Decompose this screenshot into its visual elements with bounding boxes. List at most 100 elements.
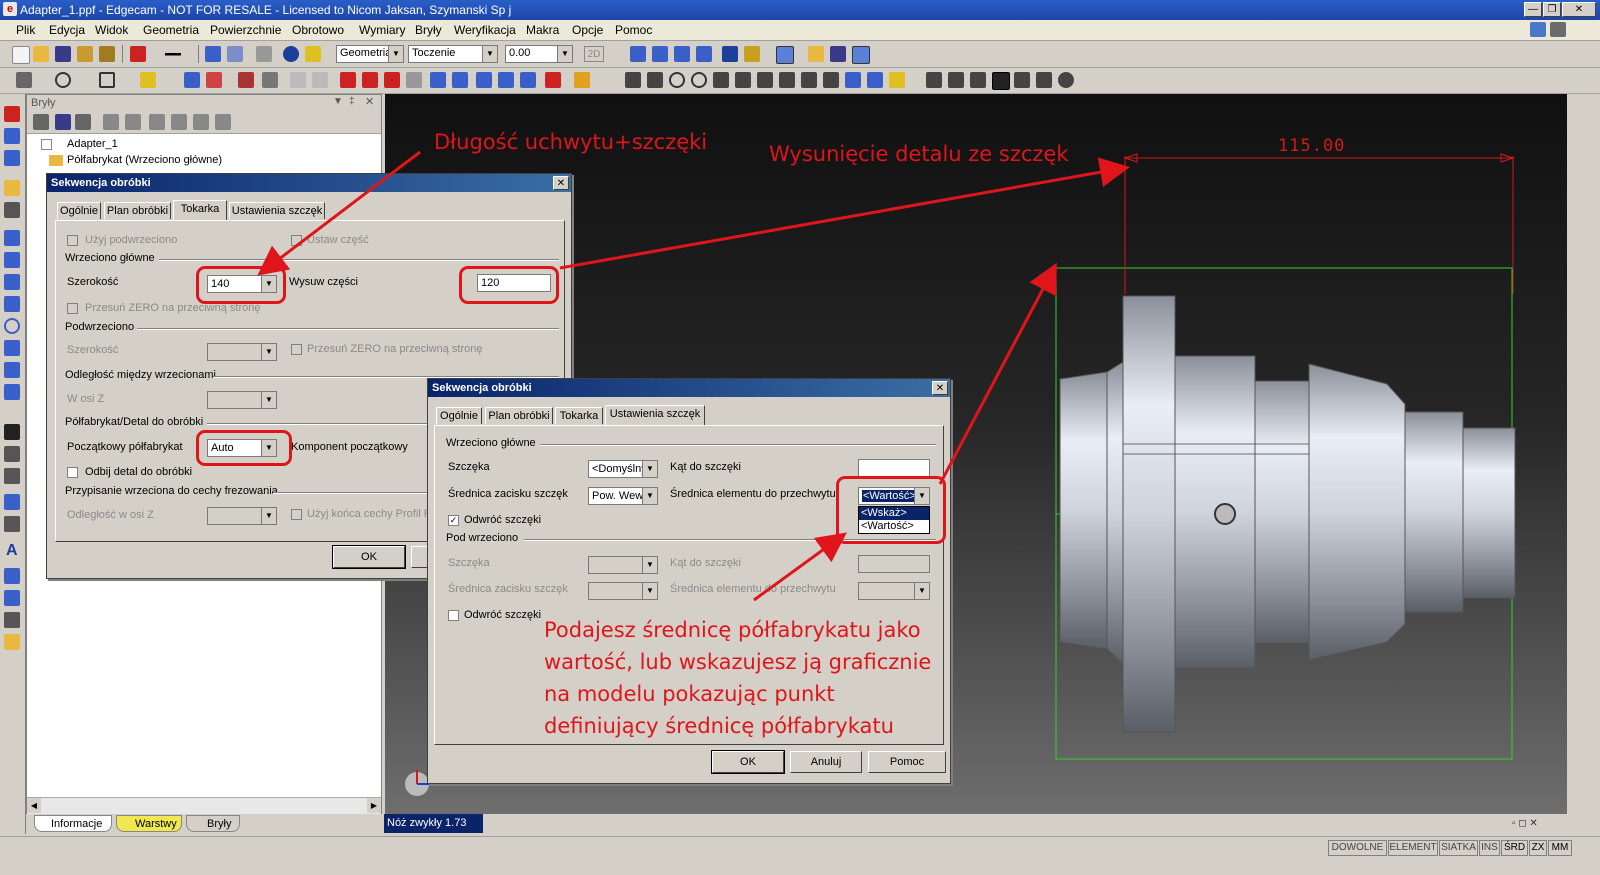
dialog1-tab-plan[interactable]: Plan obróbki [104, 202, 171, 219]
solid-2-icon[interactable] [948, 72, 964, 88]
dialog2-cancel-button[interactable]: Anuluj [790, 751, 862, 773]
menu-obrotowo[interactable]: Obrotowo [292, 23, 344, 37]
dialog2-close-button[interactable]: ✕ [932, 381, 948, 395]
dialog2-ok-button[interactable]: OK [711, 750, 785, 774]
snap-icon[interactable] [630, 46, 646, 62]
tree-item-adapter[interactable]: Adapter_1 [67, 138, 118, 150]
sub-width-combo[interactable]: ▼ [207, 343, 277, 361]
offset-icon[interactable] [823, 72, 839, 88]
blue-tool-3-icon[interactable] [476, 72, 492, 88]
tree-item-stock[interactable]: Półfabrykat (Wrzeciono główne) [67, 154, 222, 166]
unblank-icon[interactable] [312, 72, 328, 88]
delete-icon[interactable] [256, 46, 272, 62]
dialog2-tab-tokarka[interactable]: Tokarka [555, 407, 603, 424]
dialog2-tab-ustawienia[interactable]: Ustawienia szczęk [605, 405, 705, 425]
save-as-icon[interactable] [77, 46, 93, 62]
mirror-part-checkbox[interactable] [67, 467, 78, 478]
left-tool-22-icon[interactable] [4, 634, 20, 650]
solid-5-icon[interactable] [1014, 72, 1030, 88]
panel-dropdown-icon[interactable]: ▼ [333, 96, 343, 107]
left-tool-11-icon[interactable] [4, 340, 20, 356]
panel-tool-6-icon[interactable] [149, 114, 165, 130]
dialog1-tab-tokarka[interactable]: Tokarka [173, 200, 227, 220]
blue-tool-5-icon[interactable] [520, 72, 536, 88]
menu-bryly[interactable]: Bryły [415, 23, 442, 37]
panel-tool-4-icon[interactable] [103, 114, 119, 130]
view-cube-icon[interactable] [776, 46, 794, 64]
use-subspindle-checkbox[interactable] [67, 235, 78, 246]
set-part-checkbox[interactable] [291, 235, 302, 246]
transform-icon[interactable] [845, 72, 861, 88]
dialog2-tab-plan[interactable]: Plan obróbki [485, 407, 553, 424]
grid-icon[interactable] [757, 72, 773, 88]
left-tool-1-icon[interactable] [4, 106, 20, 122]
sub-grip-diameter-combo[interactable]: ▼ [858, 582, 930, 600]
status-srd[interactable]: ŚRD [1501, 840, 1528, 856]
panel-tool-7-icon[interactable] [171, 114, 187, 130]
print-icon[interactable] [99, 46, 115, 62]
snap-point-icon[interactable] [674, 46, 690, 62]
dialog1-close-button[interactable]: ✕ [553, 176, 569, 190]
status-dowolne[interactable]: DOWOLNE [1328, 840, 1387, 856]
red-tool-3-icon[interactable] [384, 72, 400, 88]
open-folder-icon[interactable] [33, 46, 49, 62]
extend-icon[interactable] [801, 72, 817, 88]
show-icon[interactable] [262, 72, 278, 88]
pdf-icon[interactable] [545, 72, 561, 88]
blue-tool-1-icon[interactable] [430, 72, 446, 88]
sub-jaw-angle-input[interactable] [858, 555, 930, 573]
lightning-icon[interactable] [889, 72, 905, 88]
left-tool-14-icon[interactable] [4, 424, 20, 440]
left-tool-13-icon[interactable] [4, 384, 20, 400]
snap-center-icon[interactable] [696, 46, 712, 62]
layer-icon[interactable] [184, 72, 200, 88]
left-tool-8-icon[interactable] [4, 274, 20, 290]
red-tool-1-icon[interactable] [340, 72, 356, 88]
new-file-icon[interactable] [12, 46, 30, 64]
menu-geometria[interactable]: Geometria [143, 23, 199, 37]
menu-widok[interactable]: Widok [95, 23, 128, 37]
shift-zero-checkbox[interactable] [67, 303, 78, 314]
text-tool-icon[interactable]: A [6, 542, 18, 560]
status-mm[interactable]: MM [1548, 840, 1572, 856]
left-tool-19-icon[interactable] [4, 568, 20, 584]
tab-bryly[interactable]: Bryły [186, 815, 240, 832]
status-siatka[interactable]: SIATKA [1439, 840, 1478, 856]
close-button[interactable]: ✕ [1562, 2, 1596, 17]
tab-warstwy[interactable]: Warstwy [116, 815, 182, 832]
scroll-left-icon[interactable]: ◀ [27, 798, 41, 813]
text-icon[interactable] [713, 72, 729, 88]
panel-pin-icon[interactable]: ‡ [349, 96, 355, 107]
viewport-window-controls[interactable]: ▫ ◻ ✕ [1512, 818, 1538, 829]
hide-icon[interactable] [238, 72, 254, 88]
gray-tool-icon[interactable] [406, 72, 422, 88]
line-style-icon[interactable] [165, 46, 181, 62]
blue-tool-4-icon[interactable] [498, 72, 514, 88]
reverse-jaws-checkbox[interactable]: ✓ [448, 515, 459, 526]
query-icon[interactable] [305, 46, 321, 62]
solid-4-icon[interactable] [992, 72, 1010, 90]
left-tool-6-icon[interactable] [4, 230, 20, 246]
minimize-button[interactable]: — [1524, 2, 1542, 17]
regenerate-icon[interactable] [574, 72, 590, 88]
panel-tool-2-icon[interactable] [55, 114, 71, 130]
dialog2-tab-ogolnie[interactable]: Ogólnie [436, 407, 482, 424]
left-tool-5-icon[interactable] [4, 202, 20, 218]
stock-icon[interactable] [808, 46, 824, 62]
undo-icon[interactable] [205, 46, 221, 62]
mode-combo[interactable]: Geometria ▼ [336, 45, 404, 63]
erase-icon[interactable] [206, 72, 222, 88]
trim-icon[interactable] [779, 72, 795, 88]
status-element[interactable]: ELEMENT [1388, 840, 1438, 856]
panel-tool-5-icon[interactable] [125, 114, 141, 130]
restore-button[interactable]: ❐ [1543, 2, 1561, 17]
left-tool-16-icon[interactable] [4, 468, 20, 484]
panel-scrollbar[interactable]: ◀ ▶ [27, 797, 381, 814]
menu-powierzchnie[interactable]: Powierzchnie [210, 23, 281, 37]
z-distance-combo[interactable]: ▼ [207, 507, 277, 525]
red-tool-2-icon[interactable] [362, 72, 378, 88]
left-tool-21-icon[interactable] [4, 612, 20, 628]
solid-6-icon[interactable] [1036, 72, 1052, 88]
menu-weryfikacja[interactable]: Weryfikacja [454, 23, 516, 37]
value-combo[interactable]: 0.00 ▼ [505, 45, 573, 63]
